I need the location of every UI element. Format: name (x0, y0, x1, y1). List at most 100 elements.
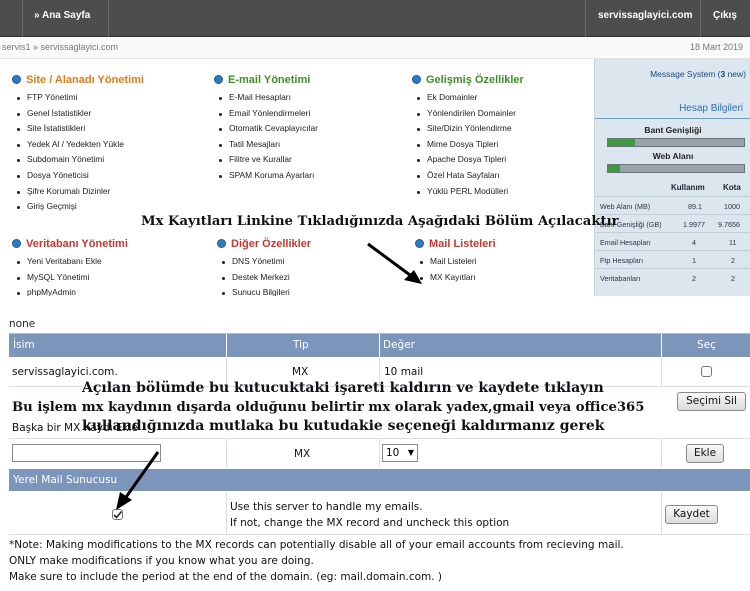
section-title: Gelişmiş Özellikler (412, 72, 524, 88)
bandwidth-bar (607, 138, 745, 147)
note-line-3: Make sure to include the period at the e… (9, 571, 443, 583)
message-system-link[interactable]: Message System (3 new) (650, 69, 746, 79)
bandwidth-label: Bant Genişliği (644, 125, 702, 135)
menu-item-addon-domains[interactable]: Ek Domainler (412, 90, 524, 106)
menu-item-apache-types[interactable]: Apache Dosya Tipleri (412, 152, 524, 168)
menu-item-vacation[interactable]: Tatil Mesajları (214, 137, 318, 153)
chevron-down-icon: ▼ (407, 448, 414, 457)
menu-item-redirected-domains[interactable]: Yönlendirilen Domainler (412, 106, 524, 122)
priority-select[interactable]: 10 ▼ (382, 444, 418, 462)
cell-border (226, 439, 227, 467)
menu-item-support[interactable]: Destek Merkezi (217, 270, 311, 286)
menu-item-autoresponders[interactable]: Otomatik Cevaplayıcılar (214, 121, 318, 137)
menu-item-site-redirect[interactable]: Site/Dizin Yönlendirme (412, 121, 524, 137)
section-title: E-mail Yönetimi (214, 72, 318, 88)
globe-icon (12, 75, 21, 84)
record-name: servissaglayici.com. (12, 366, 118, 378)
nav-home-link[interactable]: » Ana Sayfa (34, 10, 90, 21)
header-separator (379, 334, 380, 358)
col-value-header: Değer (383, 339, 415, 351)
menu-item-dns[interactable]: DNS Yönetimi (217, 254, 311, 270)
bandwidth-bar-fill (608, 139, 636, 146)
annotation-top-caption: Mx Kayıtları Linkine Tıkladığınızda Aşağ… (141, 214, 619, 229)
globe-icon (214, 75, 223, 84)
menu-item-file-manager[interactable]: Dosya Yöneticisi (12, 168, 144, 184)
cell-border (226, 492, 227, 534)
annotation-line-1: Açılan bölümde bu kutucuktaki işareti ka… (82, 380, 604, 396)
nav-separator (700, 0, 701, 37)
annotation-line-3: kullandığınızda mutlaka bu kutudakie seç… (82, 418, 605, 434)
col-name-header: İsim (13, 339, 35, 351)
add-record-button[interactable]: Ekle (686, 444, 724, 463)
section-database-management: Veritabanı Yönetimi Yeni Veritabanı Ekle… (12, 236, 128, 296)
row-divider (9, 534, 750, 535)
menu-item-perl-modules[interactable]: Yüklü PERL Modülleri (412, 184, 524, 200)
menu-item-phpmyadmin[interactable]: phpMyAdmin (12, 285, 128, 296)
menu-item-spam[interactable]: SPAM Koruma Ayarları (214, 168, 318, 184)
header-separator (661, 334, 662, 358)
col-type-header: Tip (293, 339, 309, 351)
menu-item-ftp[interactable]: FTP Yönetimi (12, 90, 144, 106)
section-title: Diğer Özellikler (217, 236, 311, 252)
menu-item-email-accounts[interactable]: E-Mail Hesapları (214, 90, 318, 106)
section-advanced-features: Gelişmiş Özellikler Ek Domainler Yönlend… (412, 72, 524, 199)
record-value: 10 mail (384, 366, 424, 378)
cell-border (661, 492, 662, 534)
breadcrumb-path: servis1 » servissaglayici.com (2, 42, 119, 52)
section-site-management: Site / Alanadı Yönetimi FTP Yönetimi Gen… (12, 72, 144, 215)
menu-item-filters[interactable]: Filitre ve Kurallar (214, 152, 318, 168)
none-label: none (9, 318, 36, 330)
annotation-arrow-icon (116, 451, 160, 510)
delete-selected-button[interactable]: Seçimi Sil (677, 392, 746, 411)
cell-border (661, 439, 662, 467)
current-date: 18 Mart 2019 (690, 42, 744, 52)
menu-item-email-forwarders[interactable]: Email Yönlendirmeleri (214, 106, 318, 122)
nav-logout-link[interactable]: Çıkış (713, 10, 737, 21)
change-mx-text: If not, change the MX record and uncheck… (230, 517, 510, 529)
menu-item-error-pages[interactable]: Özel Hata Sayfaları (412, 168, 524, 184)
menu-item-mime-types[interactable]: Mime Dosya Tipleri (412, 137, 524, 153)
web-space-bar-fill (608, 165, 621, 172)
directadmin-panel: » Ana Sayfa servissaglayici.com Çıkış se… (0, 0, 750, 296)
record-select-checkbox[interactable] (701, 366, 712, 377)
menu-item-login-history[interactable]: Giriş Geçmişi (12, 199, 144, 215)
section-other-features: Diğer Özellikler DNS Yönetimi Destek Mer… (217, 236, 311, 296)
use-server-text: Use this server to handle my emails. (230, 501, 423, 513)
usage-row: Email Hesapları 4 11 (595, 232, 750, 250)
account-info-title: Hesap Bilgileri (595, 103, 750, 119)
usage-row: Web Alanı (MB) 89.1 1000 (595, 196, 750, 214)
menu-item-subdomain[interactable]: Subdomain Yönetimi (12, 152, 144, 168)
section-title: Veritabanı Yönetimi (12, 236, 128, 252)
save-button[interactable]: Kaydet (665, 505, 718, 524)
header-separator (226, 334, 227, 358)
section-email-management: E-mail Yönetimi E-Mail Hesapları Email Y… (214, 72, 318, 184)
new-record-type: MX (294, 448, 311, 460)
menu-item-backup[interactable]: Yedek Al / Yedekten Yükle (12, 137, 144, 153)
nav-separator (585, 0, 586, 37)
mx-table-header: İsim Tip Değer Seç (9, 333, 750, 358)
annotation-arrow-icon (367, 242, 422, 284)
globe-icon (217, 239, 226, 248)
globe-icon (412, 75, 421, 84)
usage-table: Kullanım Kota Web Alanı (MB) 89.1 1000 Ban… (595, 178, 750, 286)
menu-item-mysql[interactable]: MySQL Yönetimi (12, 270, 128, 286)
section-title: Site / Alanadı Yönetimi (12, 72, 144, 88)
usage-col-quota: Kota (723, 183, 741, 192)
usage-row: Ftp Hesapları 1 2 (595, 250, 750, 268)
col-select-header: Seç (697, 339, 716, 351)
top-navigation-bar: » Ana Sayfa servissaglayici.com Çıkış (0, 0, 750, 37)
menu-item-site-stats[interactable]: Site İstatistikleri (12, 121, 144, 137)
annotation-line-2: Bu işlem mx kaydının dışarda olduğunu be… (12, 400, 645, 415)
web-space-bar (607, 164, 745, 173)
nav-separator (22, 0, 23, 37)
menu-item-general-stats[interactable]: Genel İstatistikler (12, 106, 144, 122)
nav-domain-link[interactable]: servissaglayici.com (598, 10, 693, 21)
note-line-1: *Note: Making modifications to the MX re… (9, 539, 624, 551)
web-space-label: Web Alanı (652, 151, 694, 161)
menu-item-protected-dirs[interactable]: Şifre Korumalı Dizinler (12, 184, 144, 200)
note-line-2: ONLY make modifications if you know what… (9, 555, 314, 567)
globe-icon (12, 239, 21, 248)
menu-item-new-database[interactable]: Yeni Veritabanı Ekle (12, 254, 128, 270)
usage-row: Veritabanları 2 2 (595, 268, 750, 286)
menu-item-server-info[interactable]: Sunucu Bilgileri (217, 285, 311, 296)
